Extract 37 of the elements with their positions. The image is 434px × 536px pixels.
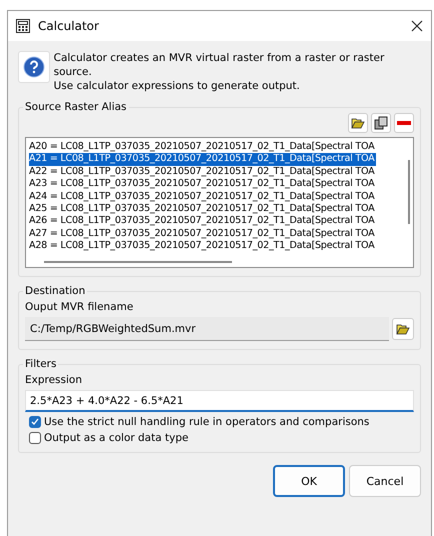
field-label: Expression bbox=[25, 374, 83, 386]
raster-list-item[interactable]: A27 = LC08_L1TP_037035_20210507_20210517_02_T1_Data[Spectral TOA bbox=[29, 228, 376, 240]
raster-list-item[interactable]: A21 = LC08_L1TP_037035_20210507_20210517_02_T1_Data[Spectral TOA bbox=[29, 153, 376, 166]
expression-field[interactable]: 2.5*A23 + 4.0*A22 - 6.5*A21 bbox=[25, 390, 414, 412]
checkbox-label: Use the strict null handling rule in operators and comparisons bbox=[44, 416, 370, 428]
filename-field[interactable]: C:/Temp/RGBWeightedSum.mvr bbox=[25, 317, 389, 341]
horizontal-scrollbar[interactable] bbox=[44, 260, 232, 263]
raster-list-item[interactable]: A24 = LC08_L1TP_037035_20210507_20210517_02_T1_Data[Spectral TOA bbox=[29, 190, 376, 204]
copy-icon bbox=[374, 116, 388, 130]
checkbox-label: Output as a color data type bbox=[44, 432, 188, 444]
cancel-button[interactable]: Cancel bbox=[349, 465, 421, 497]
raster-list-item[interactable]: A22 = LC08_L1TP_037035_20210507_20210517_02_T1_Data[Spectral TOA bbox=[29, 166, 376, 178]
open-button[interactable] bbox=[348, 113, 368, 133]
folder-icon bbox=[351, 117, 365, 129]
group-title: Filters bbox=[24, 358, 58, 370]
window-title: Calculator bbox=[38, 19, 100, 33]
close-icon[interactable] bbox=[411, 20, 423, 32]
raster-list-item[interactable]: A20 = LC08_L1TP_037035_20210507_20210517_02_T1_Data[Spectral TOA bbox=[29, 141, 376, 154]
raster-list-item[interactable]: A23 = LC08_L1TP_037035_20210507_20210517_02_T1_Data[Spectral TOA bbox=[29, 178, 376, 191]
help-icon bbox=[18, 51, 50, 83]
checkbox[interactable] bbox=[29, 432, 41, 444]
group-title: Source Raster Alias bbox=[24, 101, 128, 113]
description-text: Calculator creates an MVR virtual raster from a raster or raster source. Use calculator expressions to generate output. bbox=[54, 51, 386, 93]
folder-icon bbox=[396, 323, 410, 335]
group-title: Destination bbox=[24, 285, 86, 297]
ok-button[interactable]: OK bbox=[273, 465, 345, 497]
raster-list-item[interactable]: A28 = LC08_L1TP_037035_20210507_20210517_02_T1_Data[Spectral TOA bbox=[29, 240, 376, 253]
remove-button[interactable] bbox=[394, 113, 414, 133]
raster-list-item[interactable]: A26 = LC08_L1TP_037035_20210507_20210517_02_T1_Data[Spectral TOA bbox=[29, 215, 376, 228]
minus-icon bbox=[397, 121, 411, 125]
calculator-icon bbox=[16, 19, 30, 33]
vertical-scrollbar[interactable] bbox=[408, 160, 410, 224]
field-label: Ouput MVR filename bbox=[25, 301, 134, 313]
raster-list-item[interactable]: A25 = LC08_L1TP_037035_20210507_20210517_02_T1_Data[Spectral TOA bbox=[29, 203, 376, 216]
checkbox[interactable] bbox=[29, 416, 41, 428]
copy-button[interactable] bbox=[371, 113, 391, 133]
browse-button[interactable] bbox=[392, 318, 414, 340]
